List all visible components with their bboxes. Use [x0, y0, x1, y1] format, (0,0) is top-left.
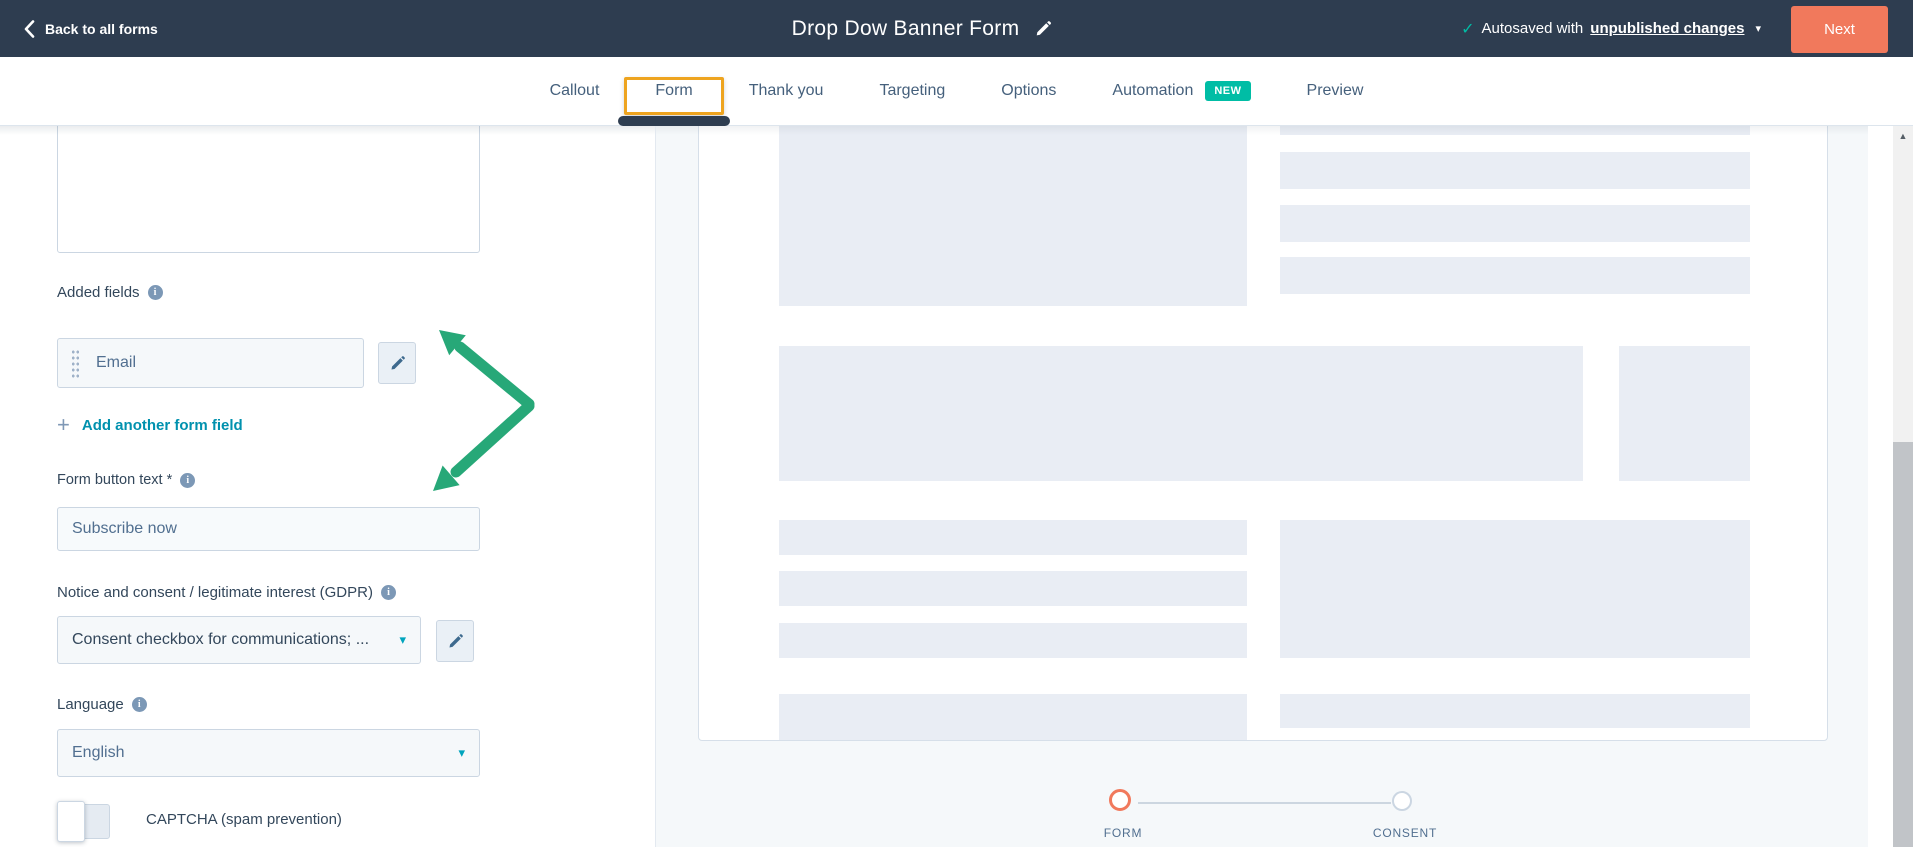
skeleton-block [1280, 152, 1750, 189]
caret-down-icon: ▾ [458, 745, 465, 760]
form-button-text-label-row: Form button text * i [57, 472, 196, 488]
annotation-arrows [433, 330, 535, 491]
form-preview-card [698, 126, 1828, 741]
added-fields-label-row: Added fields i [57, 284, 163, 301]
chevron-left-icon [24, 19, 35, 38]
stepper-form-label: FORM [1103, 826, 1143, 840]
skeleton-block [1280, 205, 1750, 242]
form-text-area[interactable] [57, 126, 480, 253]
back-to-forms-link[interactable]: Back to all forms [0, 19, 158, 38]
drag-handle-icon[interactable] [71, 348, 80, 378]
back-label: Back to all forms [45, 20, 158, 37]
tab-thank-you[interactable]: Thank you [721, 57, 852, 126]
skeleton-block [1280, 520, 1750, 658]
tab-automation[interactable]: Automation NEW [1084, 57, 1278, 126]
captcha-toggle[interactable] [57, 801, 110, 842]
tab-options[interactable]: Options [973, 57, 1084, 126]
main-content: Added fields i Email + Add another form … [0, 126, 1913, 847]
skeleton-block [1280, 257, 1750, 294]
scroll-up-arrow[interactable]: ▲ [1893, 131, 1913, 141]
gdpr-label-row: Notice and consent / legitimate interest… [57, 584, 396, 601]
form-button-text-input[interactable] [57, 507, 480, 551]
stepper-consent-label: CONSENT [1372, 826, 1438, 840]
page-title: Drop Dow Banner Form [791, 16, 1020, 40]
pencil-icon [449, 633, 463, 647]
scrollbar-thumb[interactable] [1893, 442, 1913, 847]
field-label: Email [96, 354, 137, 371]
plus-icon: + [57, 412, 70, 437]
check-icon: ✓ [1461, 20, 1475, 38]
edit-gdpr-button[interactable] [436, 620, 474, 662]
caret-down-icon: ▾ [399, 632, 406, 647]
gdpr-dropdown[interactable]: Consent checkbox for communications; ...… [57, 616, 421, 664]
skeleton-block [1280, 126, 1750, 135]
skeleton-block [779, 346, 1583, 481]
edit-email-field-button[interactable] [378, 342, 416, 384]
form-editor-app: { "navbar": { "back_label": "Back to all… [0, 0, 1913, 847]
info-icon[interactable]: i [147, 285, 163, 300]
tab-targeting[interactable]: Targeting [851, 57, 973, 126]
info-icon[interactable]: i [180, 472, 196, 488]
top-navbar: Back to all forms Drop Dow Banner Form ✓… [0, 0, 1913, 57]
tab-callout[interactable]: Callout [522, 57, 628, 126]
skeleton-block [779, 520, 1247, 555]
skeleton-block [779, 126, 1247, 306]
edit-title-icon[interactable] [1035, 20, 1052, 37]
stepper-line [1138, 802, 1391, 804]
add-form-field-link[interactable]: + Add another form field [57, 414, 243, 436]
language-dropdown[interactable]: English ▾ [57, 729, 480, 777]
form-preview-pane: FORM CONSENT [655, 126, 1868, 847]
skeleton-block [779, 623, 1247, 658]
stepper-form-circle[interactable] [1109, 789, 1131, 811]
chevron-down-icon[interactable]: ▾ [1755, 22, 1761, 35]
tab-preview[interactable]: Preview [1279, 57, 1392, 126]
autosave-text: Autosaved with [1481, 20, 1584, 37]
form-editor-panel: Added fields i Email + Add another form … [0, 126, 655, 847]
info-icon[interactable]: i [131, 697, 147, 712]
new-badge: NEW [1205, 81, 1251, 101]
next-button[interactable]: Next [1791, 6, 1888, 53]
skeleton-block [779, 571, 1247, 606]
unpublished-changes-link[interactable]: unpublished changes [1590, 20, 1744, 37]
skeleton-block [1619, 346, 1750, 481]
skeleton-block [779, 694, 1247, 740]
tab-form[interactable]: Form [618, 57, 731, 126]
editor-tabbar: Callout Form Thank you Targeting Options… [0, 57, 1913, 126]
skeleton-block [1280, 694, 1750, 728]
pencil-icon [391, 355, 405, 369]
toggle-knob [57, 801, 85, 842]
added-field-email[interactable]: Email [57, 338, 364, 388]
autosave-status: ✓ Autosaved with unpublished changes ▾ [1461, 19, 1761, 39]
info-icon[interactable]: i [380, 585, 396, 600]
captcha-label: CAPTCHA (spam prevention) [146, 811, 342, 828]
window-scrollbar[interactable]: ▲ [1893, 126, 1913, 847]
language-label-row: Language i [57, 696, 147, 713]
stepper-consent-circle[interactable] [1392, 791, 1412, 811]
